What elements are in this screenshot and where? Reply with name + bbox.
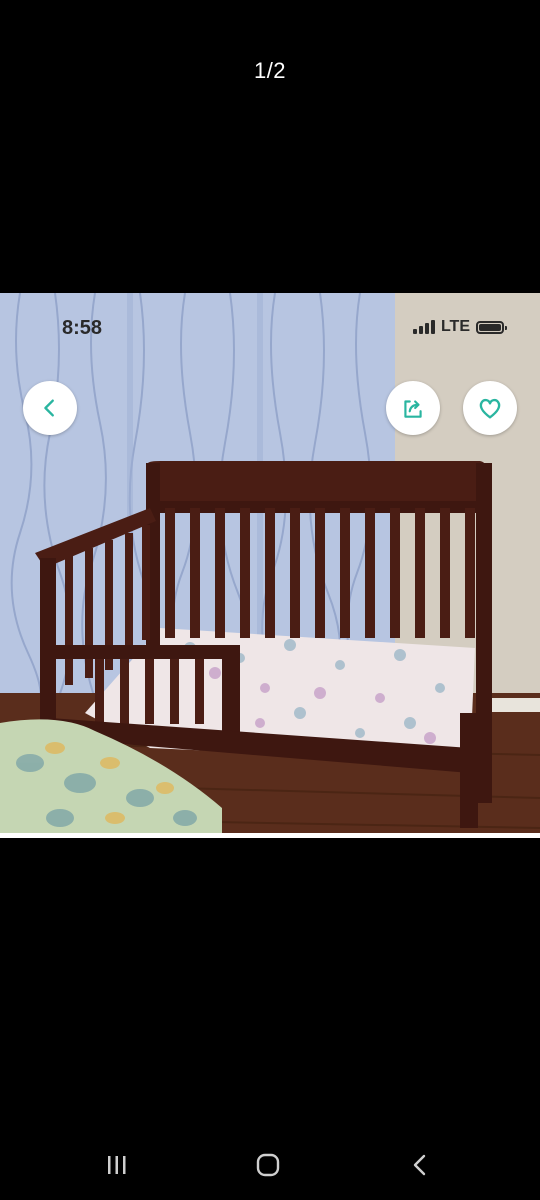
network-label: LTE — [440, 318, 470, 335]
share-button[interactable] — [386, 381, 440, 435]
image-viewer-screen: 1/2 8:58 LTE — [0, 0, 540, 1200]
recent-apps-button[interactable] — [97, 1148, 137, 1182]
share-icon — [404, 400, 422, 418]
photo-status-time: 8:58 — [62, 317, 103, 339]
signal-icon — [412, 320, 435, 334]
listing-photo[interactable] — [0, 293, 540, 833]
chevron-left-icon — [44, 399, 54, 417]
photo-divider — [0, 833, 540, 838]
crib-photo-illustration — [0, 293, 540, 833]
back-button[interactable] — [23, 381, 77, 435]
recent-apps-icon — [108, 1156, 126, 1174]
battery-icon — [476, 320, 507, 334]
back-icon — [413, 1154, 426, 1176]
system-nav-bar — [0, 1130, 540, 1200]
home-icon — [256, 1153, 280, 1177]
heart-outline-icon — [479, 398, 501, 419]
system-back-button[interactable] — [400, 1148, 440, 1182]
favorite-button[interactable] — [463, 381, 517, 435]
image-counter: 1/2 — [253, 58, 287, 83]
photo-status-indicators: LTE — [412, 318, 507, 336]
home-button[interactable] — [248, 1148, 288, 1182]
